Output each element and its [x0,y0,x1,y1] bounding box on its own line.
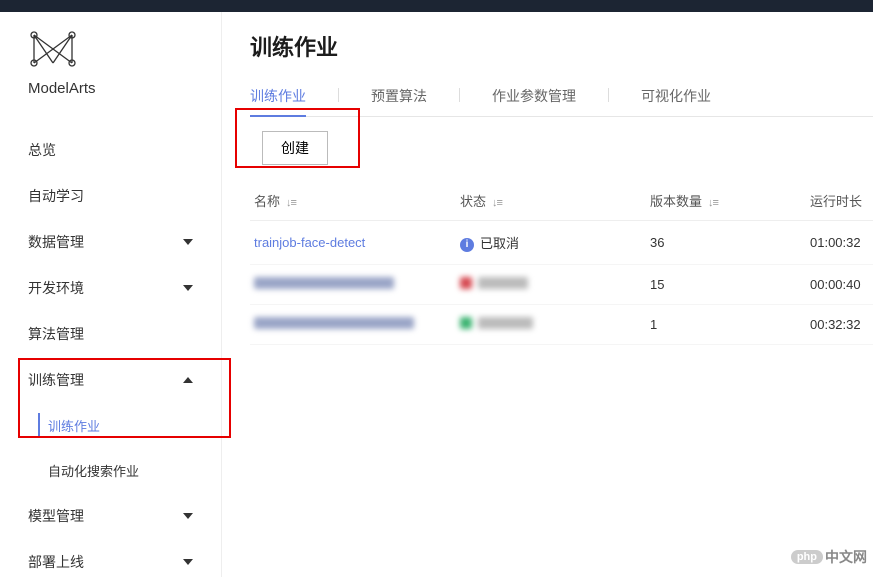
sidebar-label: 总览 [28,140,56,160]
sidebar-nav: 总览 自动学习 数据管理 开发环境 算法管理 训练管理 训练作业 自动化搜索作业… [0,127,221,585]
job-status [460,317,650,332]
watermark: php 中文网 [791,547,867,567]
job-status [460,277,650,292]
col-label: 状态 [460,194,486,209]
tab-label: 可视化作业 [641,88,711,104]
table-header: 名称 ↓≡ 状态 ↓≡ 版本数量 ↓≡ 运行时长 [250,181,873,221]
tab-separator [608,88,609,102]
col-header-name[interactable]: 名称 ↓≡ [250,191,460,210]
sidebar-sub-train-jobs[interactable]: 训练作业 [0,403,221,448]
job-versions: 15 [650,277,810,292]
info-icon: i [460,238,474,252]
watermark-badge: php [791,550,823,564]
sidebar-label: 自动化搜索作业 [48,461,139,480]
sidebar-item-model-mgmt[interactable]: 模型管理 [0,493,221,539]
chevron-down-icon [183,513,193,519]
top-bar [0,0,873,12]
col-label: 版本数量 [650,194,702,209]
logo-block: ModelArts [0,29,221,117]
sidebar-item-automl[interactable]: 自动学习 [0,173,221,219]
sidebar-item-algo-mgmt[interactable]: 算法管理 [0,311,221,357]
job-duration: 00:00:40 [810,277,873,292]
sidebar-label: 算法管理 [28,324,84,344]
sidebar-item-deploy[interactable]: 部署上线 [0,539,221,585]
sidebar-label: 自动学习 [28,186,84,206]
job-duration: 00:32:32 [810,317,873,332]
sort-icon: ↓≡ [286,197,296,209]
chevron-down-icon [183,285,193,291]
sidebar-label: 模型管理 [28,506,84,526]
tab-label: 训练作业 [250,88,306,104]
status-text: 已取消 [480,236,519,251]
job-name-link[interactable] [250,277,460,292]
col-header-status[interactable]: 状态 ↓≡ [460,191,650,210]
sidebar-sub-automl-search[interactable]: 自动化搜索作业 [0,448,221,493]
sidebar-label: 数据管理 [28,232,84,252]
modelarts-logo-icon [28,29,78,69]
sort-icon: ↓≡ [492,197,502,209]
sidebar-label: 开发环境 [28,278,84,298]
job-status: i 已取消 [460,233,650,252]
job-name-link[interactable] [250,317,460,332]
tab-train-jobs[interactable]: 训练作业 [250,86,306,116]
chevron-down-icon [183,559,193,565]
sidebar-item-data-mgmt[interactable]: 数据管理 [0,219,221,265]
sidebar-label: 训练管理 [28,370,84,390]
col-label: 运行时长 [810,194,862,209]
tab-preset-algo[interactable]: 预置算法 [371,86,427,116]
tab-separator [338,88,339,102]
sort-icon: ↓≡ [708,197,718,209]
brand-name: ModelArts [28,80,193,97]
page-title: 训练作业 [250,30,873,62]
sidebar-item-dev-env[interactable]: 开发环境 [0,265,221,311]
create-button[interactable]: 创建 [262,131,328,165]
table-row[interactable]: 15 00:00:40 [250,265,873,305]
chevron-up-icon [183,377,193,383]
watermark-text: 中文网 [825,547,867,567]
main-content: 训练作业 训练作业 预置算法 作业参数管理 可视化作业 创建 名称 ↓≡ 状态 ↓≡… [222,12,873,577]
sidebar-label: 训练作业 [48,416,100,435]
table-row[interactable]: 1 00:32:32 [250,305,873,345]
tab-visualization[interactable]: 可视化作业 [641,86,711,116]
tab-separator [459,88,460,102]
chevron-down-icon [183,239,193,245]
tab-job-params[interactable]: 作业参数管理 [492,86,576,116]
tab-label: 预置算法 [371,88,427,104]
sidebar-label: 部署上线 [28,552,84,572]
table-row[interactable]: trainjob-face-detect i 已取消 36 01:00:32 [250,221,873,265]
sidebar-item-overview[interactable]: 总览 [0,127,221,173]
col-label: 名称 [254,194,280,209]
job-duration: 01:00:32 [810,235,873,250]
col-header-versions[interactable]: 版本数量 ↓≡ [650,191,810,210]
tab-label: 作业参数管理 [492,88,576,104]
job-versions: 36 [650,235,810,250]
tabs: 训练作业 预置算法 作业参数管理 可视化作业 [250,86,873,117]
sidebar: ModelArts 总览 自动学习 数据管理 开发环境 算法管理 训练管理 训练… [0,12,222,577]
col-header-duration[interactable]: 运行时长 [810,191,873,210]
job-name-link[interactable]: trainjob-face-detect [250,235,460,250]
sidebar-item-train-mgmt[interactable]: 训练管理 [0,357,221,403]
job-versions: 1 [650,317,810,332]
